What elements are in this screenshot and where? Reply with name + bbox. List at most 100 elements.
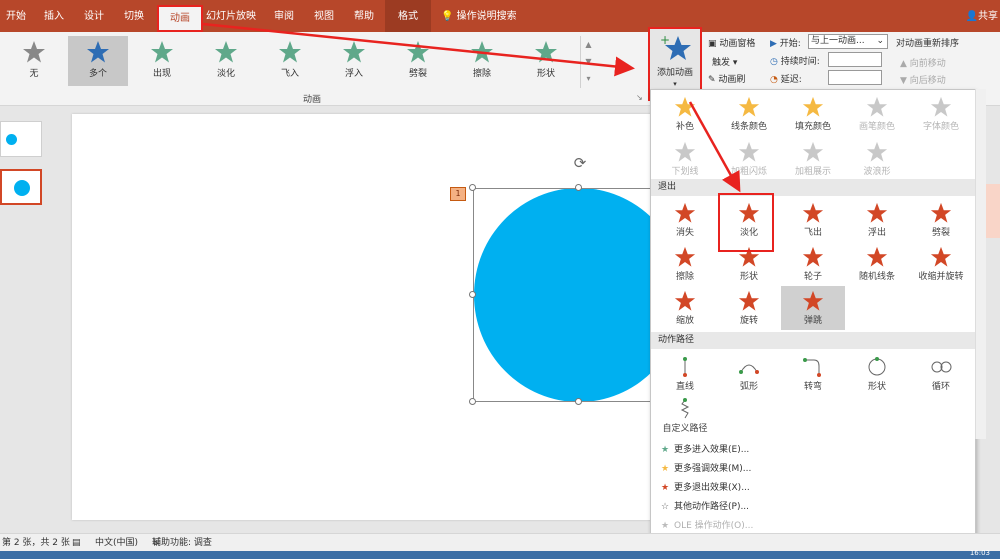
delay-icon: ◔ bbox=[770, 75, 778, 85]
more-emphasis-effects-item[interactable]: ★ 更多强调效果(M)... bbox=[656, 460, 956, 479]
rotate-handle-icon[interactable]: ⟳ bbox=[571, 154, 589, 172]
entrance-star-icon bbox=[215, 41, 237, 63]
effect-exit-0[interactable]: 消失 bbox=[653, 198, 717, 242]
path-section-header: 动作路径 bbox=[651, 332, 975, 349]
effect-label: 飞出 bbox=[803, 228, 822, 238]
windows-taskbar: 16:03 bbox=[0, 549, 1000, 559]
gallery-item-label: 擦除 bbox=[472, 69, 491, 79]
entrance-star-icon bbox=[343, 41, 365, 63]
gallery-more-icon[interactable]: ▾ bbox=[581, 70, 596, 87]
gallery-item-label: 淡化 bbox=[216, 69, 235, 79]
effect-label: 直线 bbox=[675, 382, 694, 392]
start-select[interactable]: 与上一动画... ⌄ bbox=[808, 34, 888, 49]
gallery-item-label: 多个 bbox=[88, 69, 107, 79]
dialog-launcher-icon[interactable]: ↘ bbox=[636, 93, 643, 102]
tab-transitions[interactable]: 切换 bbox=[120, 0, 148, 32]
tab-slideshow[interactable]: 幻灯片放映 bbox=[204, 0, 258, 32]
effect-exit-3[interactable]: 浮出 bbox=[845, 198, 909, 242]
motion-path-icon bbox=[680, 398, 690, 419]
scroll-up-icon[interactable]: ▲ bbox=[581, 36, 596, 53]
animation-pane-button[interactable]: ▣ 动画窗格 bbox=[708, 36, 755, 49]
dropdown-scrollbar[interactable] bbox=[975, 89, 986, 439]
gallery-item-none[interactable]: 无 bbox=[4, 36, 64, 86]
effect-path-4[interactable]: 循环 bbox=[909, 352, 973, 396]
gallery-item-shape[interactable]: 形状 bbox=[516, 36, 576, 86]
gallery-item-appear[interactable]: 出现 bbox=[132, 36, 192, 86]
tab-help[interactable]: 帮助 bbox=[350, 0, 378, 32]
effect-exit-4[interactable]: 劈裂 bbox=[909, 198, 973, 242]
status-bar: 第 2 张，共 2 张 ▤ 中文(中国) ♿ 辅助功能: 调查 bbox=[0, 533, 1000, 551]
effect-emphasis-1[interactable]: 线条颜色 bbox=[717, 92, 781, 136]
effect-emphasis-0[interactable]: 补色 bbox=[653, 92, 717, 136]
more-entrance-effects-item[interactable]: ★ 更多进入效果(E)... bbox=[656, 441, 956, 460]
slide-thumbnail-2[interactable] bbox=[0, 169, 42, 205]
gallery-item-multiple[interactable]: 多个 bbox=[68, 36, 128, 86]
emphasis-star-icon bbox=[674, 96, 696, 117]
animation-order-tag[interactable]: 1 bbox=[450, 187, 466, 201]
add-star-icon: + bbox=[660, 33, 691, 60]
effect-label: 随机线条 bbox=[858, 272, 895, 282]
effect-exit-0[interactable]: 擦除 bbox=[653, 242, 717, 286]
trigger-button[interactable]: 触发 ▾ bbox=[712, 55, 737, 68]
share-button[interactable]: 👤共享 bbox=[966, 0, 1000, 32]
disabled-star-icon bbox=[738, 141, 760, 162]
dropdown-caret-icon: ▾ bbox=[673, 80, 677, 88]
scroll-down-icon[interactable]: ▼ bbox=[581, 53, 596, 70]
effect-exit-2[interactable]: 弹跳 bbox=[781, 286, 845, 330]
tab-view[interactable]: 视图 bbox=[310, 0, 338, 32]
tab-animations[interactable]: 动画 bbox=[157, 5, 203, 32]
slide-thumbnail-1[interactable] bbox=[0, 121, 42, 157]
tab-insert[interactable]: 插入 bbox=[40, 0, 68, 32]
add-animation-label: 添加动画 bbox=[656, 68, 693, 78]
spellcheck-icon[interactable]: ▤ bbox=[72, 534, 81, 552]
motion-path-icon bbox=[868, 357, 886, 376]
gallery-scroll[interactable]: ▲ ▼ ▾ bbox=[580, 36, 596, 88]
effect-path-1[interactable]: 弧形 bbox=[717, 352, 781, 396]
move-later-button[interactable]: ▼ 向后移动 bbox=[900, 73, 946, 86]
gallery-item-float-in[interactable]: 浮入 bbox=[324, 36, 384, 86]
resize-handle[interactable] bbox=[469, 291, 476, 298]
effect-path-3[interactable]: 形状 bbox=[845, 352, 909, 396]
resize-handle[interactable] bbox=[469, 184, 476, 191]
effect-exit-3[interactable]: 随机线条 bbox=[845, 242, 909, 286]
tab-review[interactable]: 审阅 bbox=[270, 0, 298, 32]
gallery-item-label: 出现 bbox=[152, 69, 171, 79]
effect-path-2[interactable]: 转弯 bbox=[781, 352, 845, 396]
person-icon: 👤 bbox=[965, 11, 978, 22]
brush-icon: ✎ bbox=[708, 75, 716, 85]
effect-path-0[interactable]: 自定义路径 bbox=[653, 394, 717, 438]
effect-exit-4[interactable]: 收缩并旋转 bbox=[909, 242, 973, 286]
effect-exit-2[interactable]: 轮子 bbox=[781, 242, 845, 286]
more-exit-effects-item[interactable]: ★ 更多退出效果(X)... bbox=[656, 479, 956, 498]
disabled-star-icon bbox=[674, 141, 696, 162]
gallery-item-fade[interactable]: 淡化 bbox=[196, 36, 256, 86]
more-motion-paths-item[interactable]: ☆ 其他动作路径(P)... bbox=[656, 498, 956, 517]
delay-label: ◔ 延迟: bbox=[770, 75, 802, 85]
tab-design[interactable]: 设计 bbox=[80, 0, 108, 32]
tell-me-search[interactable]: 💡 操作说明搜索 bbox=[441, 0, 517, 32]
tab-home[interactable]: 开始 bbox=[2, 0, 30, 32]
effect-path-0[interactable]: 直线 bbox=[653, 352, 717, 396]
effect-exit-1[interactable]: 旋转 bbox=[717, 286, 781, 330]
gallery-item-wipe[interactable]: 擦除 bbox=[452, 36, 512, 86]
effect-emphasis-2[interactable]: 填充颜色 bbox=[781, 92, 845, 136]
disabled-star-icon bbox=[802, 141, 824, 162]
effect-emphasis-4: 字体颜色 bbox=[909, 92, 973, 136]
gallery-item-fly-in[interactable]: 飞入 bbox=[260, 36, 320, 86]
duration-input[interactable] bbox=[828, 52, 882, 67]
language-status[interactable]: 中文(中国) bbox=[95, 534, 138, 552]
move-earlier-button[interactable]: ▲ 向前移动 bbox=[900, 56, 946, 69]
delay-input[interactable] bbox=[828, 70, 882, 85]
gallery-item-split[interactable]: 劈裂 bbox=[388, 36, 448, 86]
resize-handle[interactable] bbox=[575, 184, 582, 191]
tab-format[interactable]: 格式 bbox=[385, 0, 431, 32]
exit-star-icon bbox=[802, 202, 824, 223]
effect-exit-2[interactable]: 飞出 bbox=[781, 198, 845, 242]
resize-handle[interactable] bbox=[469, 398, 476, 405]
slide-thumbnails bbox=[0, 107, 60, 533]
animation-painter-button[interactable]: ✎ 动画刷 bbox=[708, 72, 745, 85]
resize-handle[interactable] bbox=[575, 398, 582, 405]
effect-exit-0[interactable]: 缩放 bbox=[653, 286, 717, 330]
effect-label: 画笔颜色 bbox=[858, 122, 895, 132]
motion-path-icon bbox=[803, 358, 821, 377]
